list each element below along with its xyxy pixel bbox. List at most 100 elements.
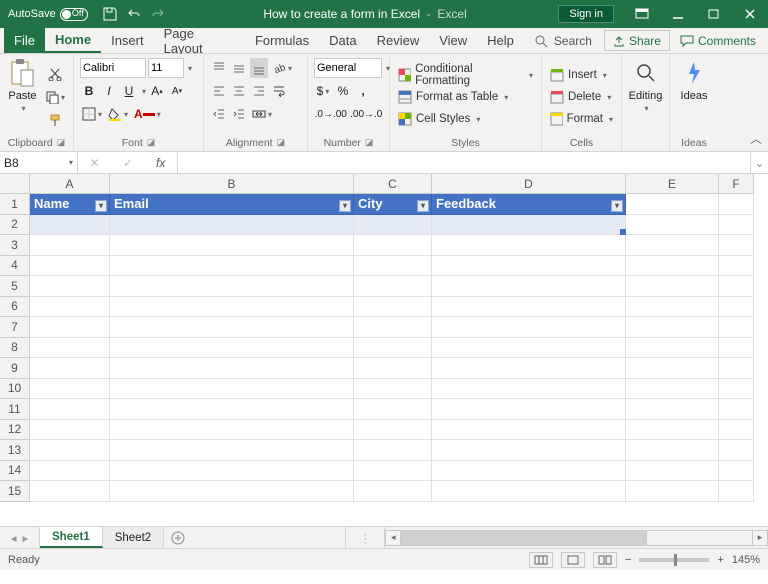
autosave-toggle[interactable]: AutoSave Off xyxy=(0,8,96,21)
cell[interactable] xyxy=(30,440,110,461)
cell[interactable] xyxy=(626,297,719,318)
cell[interactable] xyxy=(719,235,754,256)
paste-button[interactable]: Paste ▾ xyxy=(6,58,39,136)
font-size-select[interactable] xyxy=(148,58,184,78)
row-header[interactable]: 11 xyxy=(0,399,30,420)
page-break-view-button[interactable] xyxy=(593,552,617,568)
row-header[interactable]: 5 xyxy=(0,276,30,297)
cell[interactable] xyxy=(432,461,626,482)
comma-format-button[interactable]: , xyxy=(354,81,372,101)
cell[interactable]: City▾ xyxy=(354,194,432,215)
cell[interactable] xyxy=(30,420,110,441)
cell[interactable] xyxy=(626,358,719,379)
col-header-B[interactable]: B xyxy=(110,174,354,194)
share-button[interactable]: Share xyxy=(604,30,670,51)
cell[interactable] xyxy=(432,317,626,338)
cell[interactable] xyxy=(626,194,719,215)
tab-insert[interactable]: Insert xyxy=(101,28,154,53)
cell[interactable]: Name▾ xyxy=(30,194,110,215)
comments-button[interactable]: Comments xyxy=(674,30,762,51)
cell[interactable] xyxy=(719,215,754,236)
cell[interactable] xyxy=(432,420,626,441)
cell[interactable] xyxy=(30,235,110,256)
bold-button[interactable]: B xyxy=(80,81,98,101)
cell[interactable] xyxy=(30,358,110,379)
cell[interactable] xyxy=(110,297,354,318)
cell[interactable] xyxy=(110,317,354,338)
decrease-decimal-button[interactable]: .00→.0 xyxy=(350,104,384,124)
cell[interactable] xyxy=(110,399,354,420)
maximize-icon[interactable] xyxy=(696,0,732,28)
tell-me-search[interactable]: Search xyxy=(524,28,602,53)
delete-cells-button[interactable]: Delete▾ xyxy=(548,87,615,107)
copy-button[interactable]: ▾ xyxy=(43,87,67,107)
cell[interactable] xyxy=(110,420,354,441)
align-center-button[interactable] xyxy=(230,81,248,101)
cell[interactable] xyxy=(354,440,432,461)
tab-review[interactable]: Review xyxy=(367,28,430,53)
row-header[interactable]: 1 xyxy=(0,194,30,215)
cell[interactable] xyxy=(110,215,354,236)
cell[interactable] xyxy=(719,440,754,461)
cell[interactable] xyxy=(354,481,432,502)
align-top-button[interactable] xyxy=(210,58,228,78)
cell[interactable] xyxy=(432,215,626,236)
cell[interactable] xyxy=(719,276,754,297)
sheet-nav[interactable]: ◂▸ xyxy=(0,527,40,548)
col-header-E[interactable]: E xyxy=(626,174,719,194)
cell[interactable] xyxy=(30,481,110,502)
cell[interactable] xyxy=(626,440,719,461)
cell[interactable] xyxy=(110,235,354,256)
align-left-button[interactable] xyxy=(210,81,228,101)
file-tab[interactable]: File xyxy=(4,28,45,53)
cell[interactable] xyxy=(719,194,754,215)
cell[interactable] xyxy=(354,461,432,482)
cell[interactable] xyxy=(110,256,354,277)
row-header[interactable]: 4 xyxy=(0,256,30,277)
ideas-button[interactable]: Ideas xyxy=(676,58,712,136)
zoom-in-button[interactable]: + xyxy=(717,554,723,566)
cell[interactable] xyxy=(626,317,719,338)
filter-dropdown-icon[interactable]: ▾ xyxy=(339,200,351,212)
row-header[interactable]: 12 xyxy=(0,420,30,441)
cell[interactable] xyxy=(30,379,110,400)
font-color-button[interactable]: A▾ xyxy=(132,104,163,124)
cell[interactable] xyxy=(626,379,719,400)
expand-formula-bar-icon[interactable]: ⌄ xyxy=(750,152,768,173)
format-as-table-button[interactable]: Format as Table▾ xyxy=(396,87,535,107)
cell[interactable] xyxy=(626,235,719,256)
save-icon[interactable] xyxy=(102,6,118,22)
cell[interactable] xyxy=(110,358,354,379)
cell[interactable] xyxy=(719,399,754,420)
cell[interactable] xyxy=(354,399,432,420)
cell[interactable] xyxy=(432,399,626,420)
number-format-select[interactable] xyxy=(314,58,382,78)
zoom-out-button[interactable]: − xyxy=(625,554,631,566)
cell[interactable] xyxy=(110,379,354,400)
row-header[interactable]: 15 xyxy=(0,481,30,502)
row-header[interactable]: 13 xyxy=(0,440,30,461)
zoom-level[interactable]: 145% xyxy=(732,554,760,566)
cell[interactable] xyxy=(110,440,354,461)
borders-button[interactable]: ▾ xyxy=(80,104,104,124)
redo-icon[interactable] xyxy=(150,6,166,22)
col-header-C[interactable]: C xyxy=(354,174,432,194)
cancel-formula-icon[interactable]: ✕ xyxy=(90,156,100,170)
cell[interactable] xyxy=(432,338,626,359)
underline-button[interactable]: U xyxy=(120,81,138,101)
row-header[interactable]: 3 xyxy=(0,235,30,256)
cell[interactable] xyxy=(354,297,432,318)
sheet-tab-2[interactable]: Sheet2 xyxy=(103,527,164,548)
sheet-prev-icon[interactable]: ◂ xyxy=(11,531,17,545)
zoom-slider[interactable] xyxy=(639,558,709,562)
enter-formula-icon[interactable]: ✓ xyxy=(123,156,133,170)
cell[interactable]: Email▾ xyxy=(110,194,354,215)
increase-font-button[interactable]: A▴ xyxy=(148,81,166,101)
cell[interactable] xyxy=(719,297,754,318)
cell-styles-button[interactable]: Cell Styles▾ xyxy=(396,109,535,129)
cell[interactable] xyxy=(432,235,626,256)
col-header-D[interactable]: D xyxy=(432,174,626,194)
collapse-ribbon-icon[interactable]: ︿ xyxy=(750,130,762,147)
cell[interactable] xyxy=(354,379,432,400)
cell[interactable] xyxy=(354,276,432,297)
